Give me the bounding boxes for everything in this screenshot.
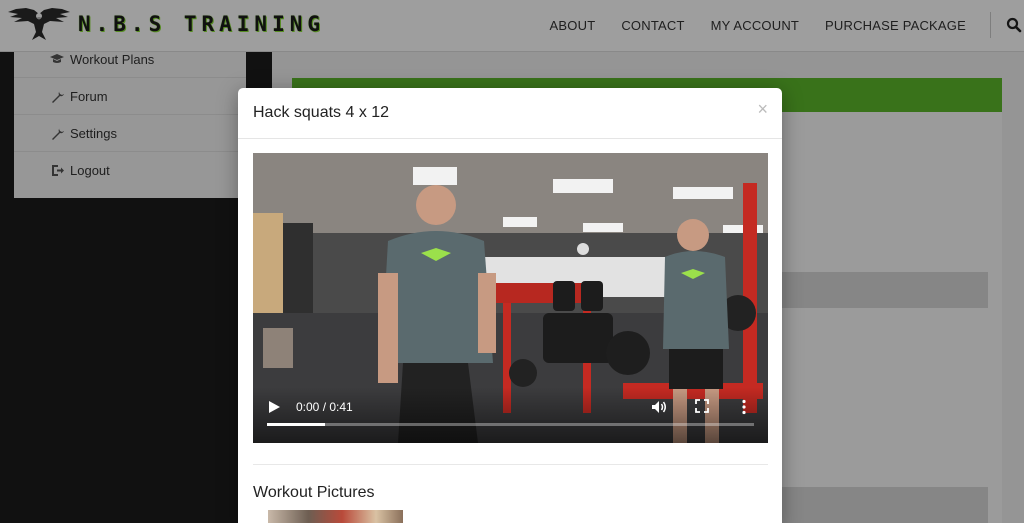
fullscreen-icon[interactable] — [695, 399, 709, 413]
workout-picture-thumbnail[interactable] — [268, 510, 403, 523]
section-divider — [253, 464, 768, 465]
modal-header: Hack squats 4 x 12 × — [238, 88, 782, 139]
play-icon[interactable] — [267, 400, 281, 414]
video-progress-fill — [267, 423, 326, 426]
video-progress-bar[interactable] — [267, 423, 754, 426]
workout-pictures-heading: Workout Pictures — [253, 484, 375, 501]
video-controls: 0:00 / 0:41 — [253, 387, 768, 443]
video-time: 0:00 / 0:41 — [296, 400, 353, 414]
volume-icon[interactable] — [651, 399, 667, 415]
modal-title: Hack squats 4 x 12 — [253, 104, 390, 121]
video-player[interactable]: 0:00 / 0:41 — [253, 153, 768, 443]
video-modal: Hack squats 4 x 12 × 0:00 / 0:41 Workout… — [238, 88, 782, 523]
close-icon[interactable]: × — [757, 99, 768, 120]
more-options-icon[interactable] — [741, 399, 747, 415]
